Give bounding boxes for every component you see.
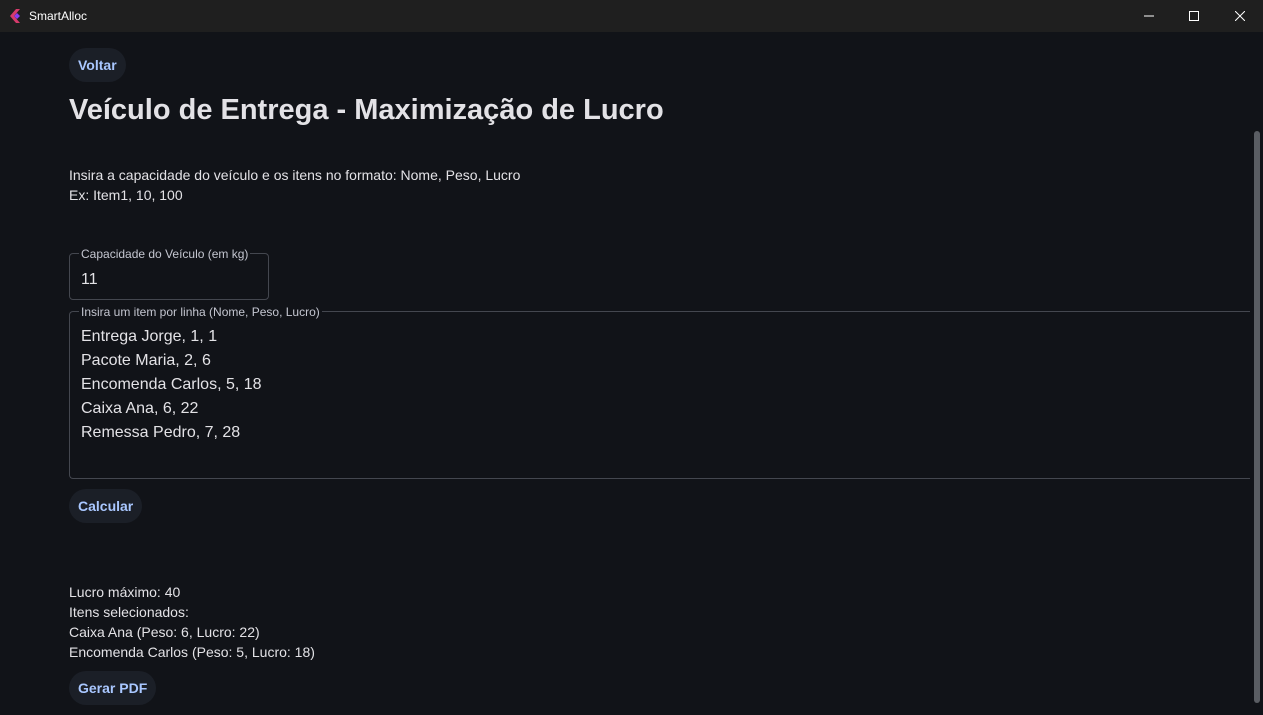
items-lines[interactable]: Entrega Jorge, 1, 1 Pacote Maria, 2, 6 E… <box>81 325 262 445</box>
item-line: Entrega Jorge, 1, 1 <box>81 328 218 345</box>
capacity-label: Capacidade do Veículo (em kg) <box>79 247 251 261</box>
title-bar[interactable]: SmartAlloc <box>0 0 1263 32</box>
maximize-icon <box>1189 11 1199 21</box>
item-line: Remessa Pedro, 7, 28 <box>81 424 241 441</box>
back-button[interactable]: Voltar <box>69 48 126 82</box>
max-profit-text: Lucro máximo: 40 <box>69 584 181 600</box>
selected-items-heading: Itens selecionados: <box>69 604 189 620</box>
app-window: SmartAlloc Voltar Veículo de Entrega - M… <box>0 0 1263 715</box>
app-logo-icon <box>10 9 20 23</box>
capacity-value[interactable]: 11 <box>81 271 98 289</box>
minimize-button[interactable] <box>1126 0 1172 32</box>
page-content: Voltar Veículo de Entrega - Maximização … <box>0 32 1263 715</box>
instructions-line-2: Ex: Item1, 10, 100 <box>69 187 183 203</box>
close-icon <box>1235 11 1245 21</box>
results-panel: Lucro máximo: 40 Itens selecionados: Cai… <box>69 582 315 662</box>
item-line: Pacote Maria, 2, 6 <box>81 352 211 369</box>
items-label: Insira um item por linha (Nome, Peso, Lu… <box>79 305 322 319</box>
selected-item: Caixa Ana (Peso: 6, Lucro: 22) <box>69 624 260 640</box>
selected-item: Encomenda Carlos (Peso: 5, Lucro: 18) <box>69 644 315 660</box>
items-textarea[interactable]: Entrega Jorge, 1, 1 Pacote Maria, 2, 6 E… <box>69 311 1263 479</box>
scrollbar-thumb[interactable] <box>1254 131 1260 703</box>
item-line: Encomenda Carlos, 5, 18 <box>81 376 262 393</box>
item-line: Caixa Ana, 6, 22 <box>81 400 199 417</box>
calculate-button[interactable]: Calcular <box>69 489 143 523</box>
instructions: Insira a capacidade do veículo e os iten… <box>69 165 520 205</box>
instructions-line-1: Insira a capacidade do veículo e os iten… <box>69 167 521 183</box>
page-title: Veículo de Entrega - Maximização de Lucr… <box>69 94 664 126</box>
generate-pdf-button[interactable]: Gerar PDF <box>69 671 157 705</box>
minimize-icon <box>1144 15 1154 17</box>
maximize-button[interactable] <box>1171 0 1217 32</box>
close-button[interactable] <box>1217 0 1263 32</box>
window-title: SmartAlloc <box>29 9 88 23</box>
